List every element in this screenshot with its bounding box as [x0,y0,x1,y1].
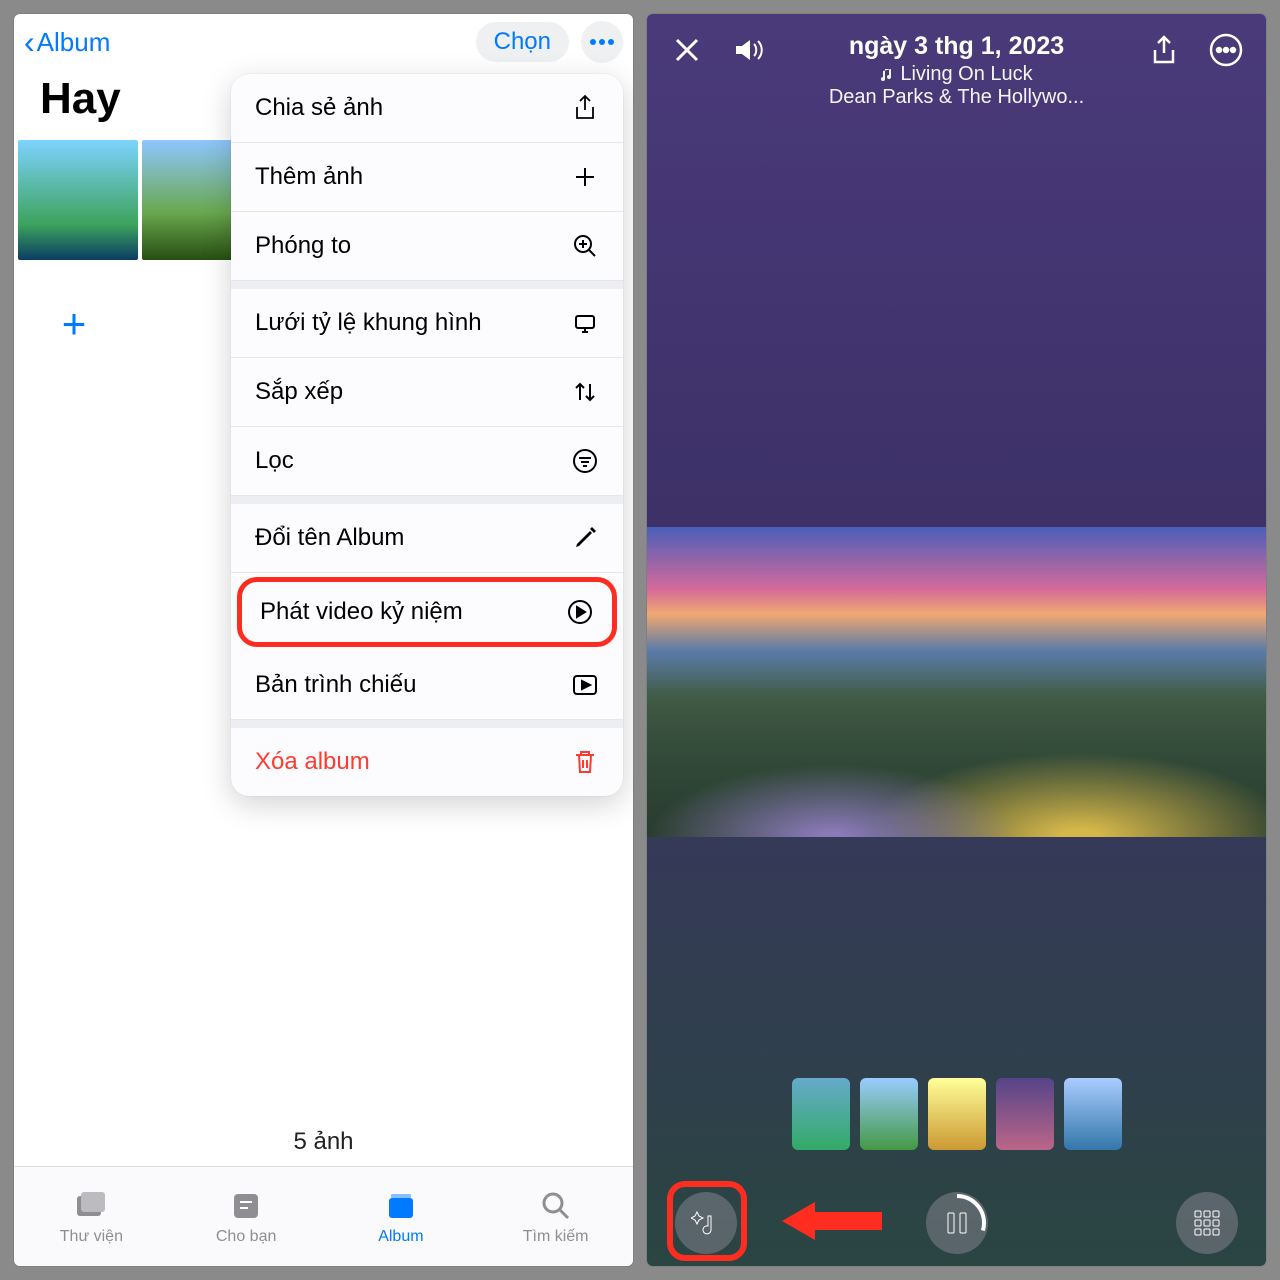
nav-bar: ‹ Album Chọn [14,14,633,70]
filter-icon [571,447,599,475]
memory-hero-image [647,527,1266,837]
thumb[interactable] [792,1078,850,1150]
memory-thumbnails [647,1078,1266,1150]
menu-aspect-grid[interactable]: Lưới tỷ lệ khung hình [231,289,623,358]
photo-count: 5 ảnh [14,1128,633,1156]
tab-album[interactable]: Album [324,1167,479,1266]
album-screen: ‹ Album Chọn Hay + Chia sẻ ảnh Thêm ảnh [14,14,633,1266]
menu-slideshow[interactable]: Bản trình chiếu [231,651,623,720]
menu-add-photo[interactable]: Thêm ảnh [231,143,623,212]
volume-button[interactable] [729,30,769,70]
pencil-icon [571,524,599,552]
tab-search[interactable]: Tìm kiếm [478,1167,633,1266]
progress-ring-icon [927,1193,987,1253]
more-button[interactable] [1206,30,1246,70]
tab-foryou[interactable]: Cho bạn [169,1167,324,1266]
player-controls [647,1192,1266,1254]
foryou-icon [228,1188,264,1224]
menu-share[interactable]: Chia sẻ ảnh [231,74,623,143]
search-icon [538,1188,574,1224]
album-icon [383,1188,419,1224]
ellipsis-circle-icon [1209,33,1243,67]
memory-play-icon [566,598,594,626]
song-title: Living On Luck [791,63,1122,86]
photo-thumb[interactable] [18,140,138,260]
library-icon [73,1188,109,1224]
close-icon [673,36,701,64]
menu-zoom[interactable]: Phóng to [231,212,623,281]
thumb[interactable] [928,1078,986,1150]
actions-popover: Chia sẻ ảnh Thêm ảnh Phóng to Lưới tỷ lệ… [231,74,623,796]
music-style-button[interactable] [675,1192,737,1254]
menu-filter[interactable]: Lọc [231,427,623,496]
menu-delete-album[interactable]: Xóa album [231,728,623,796]
back-button[interactable]: ‹ Album [24,26,110,58]
ellipsis-icon [589,38,615,46]
thumb[interactable] [860,1078,918,1150]
menu-sort[interactable]: Sắp xếp [231,358,623,427]
grid-view-button[interactable] [1176,1192,1238,1254]
back-label: Album [37,27,111,58]
pause-button[interactable] [926,1192,988,1254]
add-photo-tile[interactable]: + [14,264,134,384]
close-button[interactable] [667,30,707,70]
thumb[interactable] [1064,1078,1122,1150]
arrow-annotation [777,1196,887,1246]
menu-memory-video[interactable]: Phát video kỷ niệm [237,577,617,647]
player-header: ngày 3 thg 1, 2023 Living On Luck Dean P… [647,14,1266,125]
select-button[interactable]: Chọn [476,22,569,62]
share-icon [1151,35,1177,65]
share-button[interactable] [1144,30,1184,70]
memory-date: ngày 3 thg 1, 2023 [791,32,1122,61]
more-button[interactable] [581,21,623,63]
menu-rename[interactable]: Đổi tên Album [231,504,623,573]
zoom-in-icon [571,232,599,260]
tab-bar: Thư viện Cho bạn Album Tìm kiếm [14,1166,633,1266]
thumb[interactable] [996,1078,1054,1150]
trash-icon [571,748,599,776]
aspect-icon [571,309,599,337]
share-icon [571,94,599,122]
sort-icon [571,378,599,406]
chevron-left-icon: ‹ [24,26,35,58]
play-rect-icon [571,671,599,699]
artist-name: Dean Parks & The Hollywo... [791,86,1122,109]
memory-player: ngày 3 thg 1, 2023 Living On Luck Dean P… [647,14,1266,1266]
music-note-icon [880,67,894,83]
plus-icon [571,163,599,191]
tab-library[interactable]: Thư viện [14,1167,169,1266]
speaker-icon [733,36,765,64]
grid-icon [1194,1210,1220,1236]
music-sparkle-icon [691,1208,721,1238]
